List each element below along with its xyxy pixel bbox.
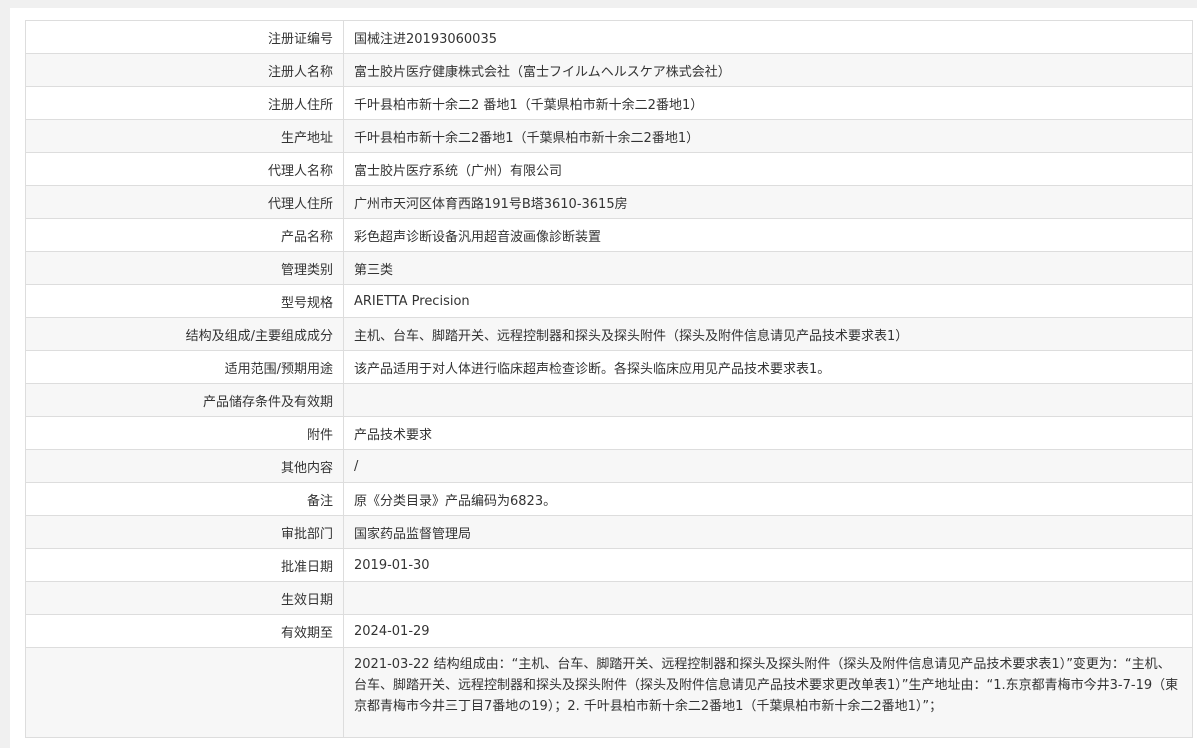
value-intended-use: 该产品适用于对人体进行临床超声检查诊断。各探头临床应用见产品技术要求表1。 — [343, 350, 1193, 384]
row-agent-address: 代理人住所 广州市天河区体育西路191号B塔3610-3615房 — [25, 185, 1193, 219]
label-production-address: 生产地址 — [25, 119, 344, 153]
label-registration-number: 注册证编号 — [25, 20, 344, 54]
label-change-history — [25, 647, 344, 738]
label-agent-address: 代理人住所 — [25, 185, 344, 219]
row-approval-date: 批准日期 2019-01-30 — [25, 548, 1193, 582]
value-attachment: 产品技术要求 — [343, 416, 1193, 450]
value-agent-address: 广州市天河区体育西路191号B塔3610-3615房 — [343, 185, 1193, 219]
row-production-address: 生产地址 千叶县柏市新十余二2番地1（千葉県柏市新十余二2番地1） — [25, 119, 1193, 153]
label-model-spec: 型号规格 — [25, 284, 344, 318]
value-change-history: 2021-03-22 结构组成由：“主机、台车、脚踏开关、远程控制器和探头及探头… — [343, 647, 1193, 738]
row-intended-use: 适用范围/预期用途 该产品适用于对人体进行临床超声检查诊断。各探头临床应用见产品… — [25, 350, 1193, 384]
label-approval-department: 审批部门 — [25, 515, 344, 549]
page-frame: 注册证编号 国械注进20193060035 注册人名称 富士胶片医疗健康株式会社… — [10, 8, 1197, 748]
value-registrant-name: 富士胶片医疗健康株式会社（富士フイルムヘルスケア株式会社） — [343, 53, 1193, 87]
value-approval-date: 2019-01-30 — [343, 548, 1193, 582]
row-attachment: 附件 产品技术要求 — [25, 416, 1193, 450]
row-change-history: 2021-03-22 结构组成由：“主机、台车、脚踏开关、远程控制器和探头及探头… — [25, 647, 1193, 738]
label-storage-conditions: 产品储存条件及有效期 — [25, 383, 344, 417]
label-other-content: 其他内容 — [25, 449, 344, 483]
label-structure-composition: 结构及组成/主要组成成分 — [25, 317, 344, 351]
label-intended-use: 适用范围/预期用途 — [25, 350, 344, 384]
label-agent-name: 代理人名称 — [25, 152, 344, 186]
row-approval-department: 审批部门 国家药品监督管理局 — [25, 515, 1193, 549]
row-registrant-name: 注册人名称 富士胶片医疗健康株式会社（富士フイルムヘルスケア株式会社） — [25, 53, 1193, 87]
label-attachment: 附件 — [25, 416, 344, 450]
row-valid-until: 有效期至 2024-01-29 — [25, 614, 1193, 648]
row-model-spec: 型号规格 ARIETTA Precision — [25, 284, 1193, 318]
label-remarks: 备注 — [25, 482, 344, 516]
value-agent-name: 富士胶片医疗系统（广州）有限公司 — [343, 152, 1193, 186]
value-registrant-address: 千叶县柏市新十余二2 番地1（千葉県柏市新十余二2番地1） — [343, 86, 1193, 120]
value-valid-until: 2024-01-29 — [343, 614, 1193, 648]
label-effective-date: 生效日期 — [25, 581, 344, 615]
value-production-address: 千叶县柏市新十余二2番地1（千葉県柏市新十余二2番地1） — [343, 119, 1193, 153]
value-storage-conditions — [343, 383, 1193, 417]
row-registration-number: 注册证编号 国械注进20193060035 — [25, 20, 1193, 54]
registration-detail-table: 注册证编号 国械注进20193060035 注册人名称 富士胶片医疗健康株式会社… — [25, 20, 1193, 738]
label-management-category: 管理类别 — [25, 251, 344, 285]
row-management-category: 管理类别 第三类 — [25, 251, 1193, 285]
value-structure-composition: 主机、台车、脚踏开关、远程控制器和探头及探头附件（探头及附件信息请见产品技术要求… — [343, 317, 1193, 351]
label-registrant-name: 注册人名称 — [25, 53, 344, 87]
label-registrant-address: 注册人住所 — [25, 86, 344, 120]
value-management-category: 第三类 — [343, 251, 1193, 285]
value-remarks: 原《分类目录》产品编码为6823。 — [343, 482, 1193, 516]
row-remarks: 备注 原《分类目录》产品编码为6823。 — [25, 482, 1193, 516]
row-registrant-address: 注册人住所 千叶县柏市新十余二2 番地1（千葉県柏市新十余二2番地1） — [25, 86, 1193, 120]
row-product-name: 产品名称 彩色超声诊断设备汎用超音波画像診断装置 — [25, 218, 1193, 252]
value-product-name: 彩色超声诊断设备汎用超音波画像診断装置 — [343, 218, 1193, 252]
row-agent-name: 代理人名称 富士胶片医疗系统（广州）有限公司 — [25, 152, 1193, 186]
value-effective-date — [343, 581, 1193, 615]
value-model-spec: ARIETTA Precision — [343, 284, 1193, 318]
label-valid-until: 有效期至 — [25, 614, 344, 648]
value-registration-number: 国械注进20193060035 — [343, 20, 1193, 54]
row-effective-date: 生效日期 — [25, 581, 1193, 615]
row-other-content: 其他内容 / — [25, 449, 1193, 483]
row-structure-composition: 结构及组成/主要组成成分 主机、台车、脚踏开关、远程控制器和探头及探头附件（探头… — [25, 317, 1193, 351]
value-approval-department: 国家药品监督管理局 — [343, 515, 1193, 549]
label-product-name: 产品名称 — [25, 218, 344, 252]
value-other-content: / — [343, 449, 1193, 483]
label-approval-date: 批准日期 — [25, 548, 344, 582]
row-storage-conditions: 产品储存条件及有效期 — [25, 383, 1193, 417]
